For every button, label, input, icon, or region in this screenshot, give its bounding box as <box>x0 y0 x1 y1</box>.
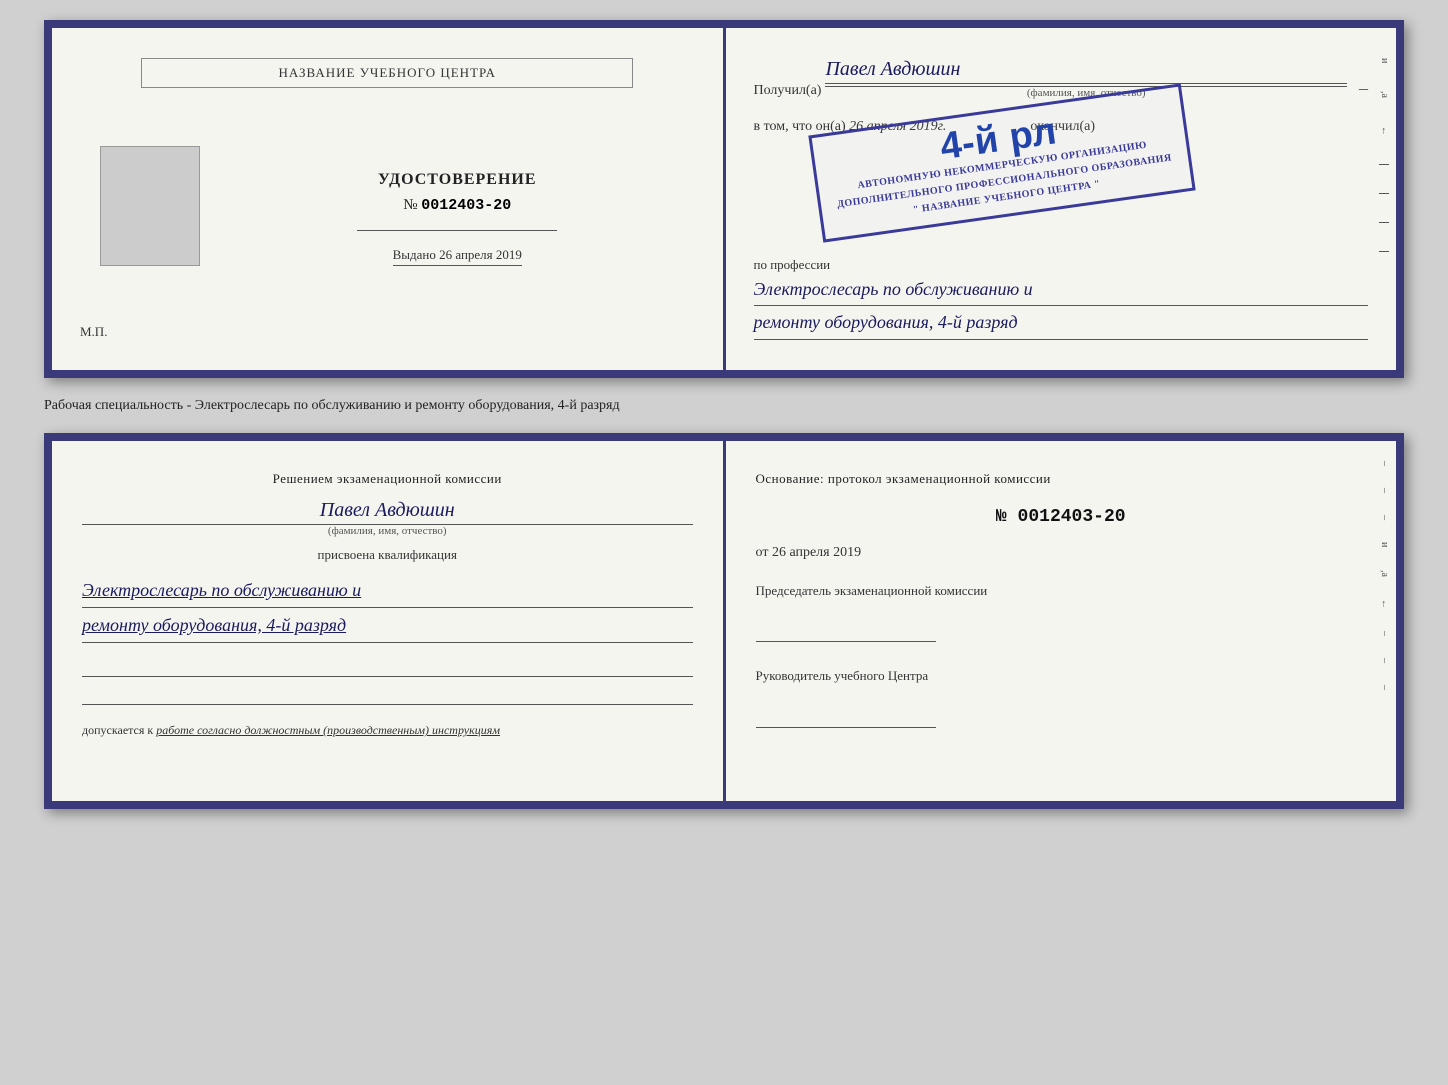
doc2-fio-subtitle: (фамилия, имя, отчество) <box>82 525 693 537</box>
edge-mark-3: ← <box>1379 126 1390 136</box>
doc1-school-title: НАЗВАНИЕ УЧЕБНОГО ЦЕНТРА <box>141 58 633 88</box>
doc1-stamp-section: в том, что он(а) 26 апреля 2019г. окончи… <box>754 119 1369 219</box>
edge-mark2-7: – <box>1379 631 1390 636</box>
doc2-chairman-sign-line <box>756 616 936 642</box>
doc2-protocol-value: 0012403-20 <box>1018 507 1126 527</box>
doc2-допускается-block: допускается к работе согласно должностны… <box>82 723 693 738</box>
doc1-cert-number-prefix: № <box>403 197 417 213</box>
doc1-issued-line: Выдано 26 апреля 2019 <box>393 247 522 266</box>
doc2-protocol-prefix: № <box>996 507 1007 527</box>
edge-mark-6 <box>1379 222 1389 223</box>
edge-mark2-2: – <box>1379 488 1390 493</box>
doc1-issued-date: 26 апреля 2019 <box>439 247 522 262</box>
doc2-basis-label: Основание: протокол экзаменационной коми… <box>756 469 1367 489</box>
doc1-right-page: Получил(а) Павел Авдюшин (фамилия, имя, … <box>726 28 1397 370</box>
edge-mark2-4: и <box>1379 542 1390 547</box>
doc2-допускается-value: работе согласно должностным (производств… <box>156 723 500 737</box>
edge-mark2-8: – <box>1379 658 1390 663</box>
doc1-cert-number: № 0012403-20 <box>403 197 511 214</box>
doc1-title-section: НАЗВАНИЕ УЧЕБНОГО ЦЕНТРА <box>80 58 695 98</box>
doc1-edge-marks: и ,а ← <box>1379 58 1390 252</box>
doc1-name-block: Павел Авдюшин (фамилия, имя, отчество) <box>825 58 1347 99</box>
doc2-from-date: от 26 апреля 2019 <box>756 545 1367 561</box>
doc2-from-date-value: 26 апреля 2019 <box>772 545 861 560</box>
doc2-qualification-block: Электрослесарь по обслуживанию и ремонту… <box>82 573 693 643</box>
edge-mark2-6: ← <box>1379 599 1390 609</box>
doc1-mp: М.П. <box>80 324 107 340</box>
doc2-head-label: Руководитель учебного Центра <box>756 666 1367 686</box>
doc1-profession-line2: ремонту оборудования, 4-й разряд <box>754 306 1369 339</box>
doc2-qual-line2: ремонту оборудования, 4-й разряд <box>82 608 693 643</box>
doc2-person-name: Павел Авдюшин <box>82 499 693 525</box>
edge-mark-7 <box>1379 251 1389 252</box>
doc2-qual-line1: Электрослесарь по обслуживанию и <box>82 573 693 608</box>
edge-mark-4 <box>1379 164 1389 165</box>
doc2-head-sign-line <box>756 702 936 728</box>
doc2-lines-block <box>82 657 693 705</box>
document-1-spread: НАЗВАНИЕ УЧЕБНОГО ЦЕНТРА УДОСТОВЕРЕНИЕ №… <box>44 20 1404 378</box>
doc2-line-2 <box>82 685 693 705</box>
doc1-stamp: 4-й рл АВТОНОМНУЮ НЕКОММЕРЧЕСКУЮ ОРГАНИЗ… <box>808 83 1195 242</box>
doc1-cert-section: УДОСТОВЕРЕНИЕ № 0012403-20 Выдано 26 апр… <box>220 171 695 266</box>
doc2-head-text: Руководитель учебного Центра <box>756 668 929 683</box>
doc2-chairman-text: Председатель экзаменационной комиссии <box>756 583 988 598</box>
edge-mark-2: ,а <box>1379 91 1390 98</box>
edge-mark-1: и <box>1379 58 1390 63</box>
doc1-cert-label: УДОСТОВЕРЕНИЕ <box>378 171 537 189</box>
doc1-bottom-section: УДОСТОВЕРЕНИЕ № 0012403-20 Выдано 26 апр… <box>80 146 695 266</box>
doc2-assigned-label: присвоена квалификация <box>82 547 693 563</box>
doc2-protocol-number: № 0012403-20 <box>756 507 1367 527</box>
doc1-photo <box>100 146 200 266</box>
doc2-line-1 <box>82 657 693 677</box>
doc1-left-page: НАЗВАНИЕ УЧЕБНОГО ЦЕНТРА УДОСТОВЕРЕНИЕ №… <box>52 28 726 370</box>
edge-mark2-3: – <box>1379 515 1390 520</box>
doc2-decision-label: Решением экзаменационной комиссии <box>82 469 693 489</box>
doc2-person-block: Павел Авдюшин (фамилия, имя, отчество) <box>82 499 693 537</box>
doc1-issued-label: Выдано <box>393 247 436 262</box>
doc1-dash1: – <box>1359 78 1368 99</box>
doc2-left-page: Решением экзаменационной комиссии Павел … <box>52 441 726 801</box>
doc2-right-page: Основание: протокол экзаменационной коми… <box>726 441 1397 801</box>
doc1-received-row: Получил(а) Павел Авдюшин (фамилия, имя, … <box>754 58 1369 99</box>
doc2-допускается-label: допускается к <box>82 723 153 737</box>
doc1-profession-line1: Электрослесарь по обслуживанию и <box>754 273 1369 306</box>
doc1-full-name: Павел Авдюшин <box>825 58 1347 84</box>
doc2-edge-marks: – – – и ,а ← – – – <box>1379 461 1390 689</box>
caption-content: Рабочая специальность - Электрослесарь п… <box>44 398 620 413</box>
doc2-from-prefix: от <box>756 545 769 560</box>
edge-mark2-9: – <box>1379 685 1390 690</box>
doc2-chairman-label: Председатель экзаменационной комиссии <box>756 581 1367 601</box>
doc1-profession-label: по профессии <box>754 257 1369 273</box>
doc1-received-label: Получил(а) <box>754 83 822 99</box>
edge-mark-5 <box>1379 193 1389 194</box>
doc1-profession-section: по профессии Электрослесарь по обслужива… <box>754 249 1369 340</box>
caption-text: Рабочая специальность - Электрослесарь п… <box>44 396 1404 416</box>
doc1-cert-number-value: 0012403-20 <box>421 197 511 214</box>
edge-mark2-5: ,а <box>1379 570 1390 577</box>
edge-mark2-1: – <box>1379 461 1390 466</box>
document-2-spread: Решением экзаменационной комиссии Павел … <box>44 433 1404 809</box>
